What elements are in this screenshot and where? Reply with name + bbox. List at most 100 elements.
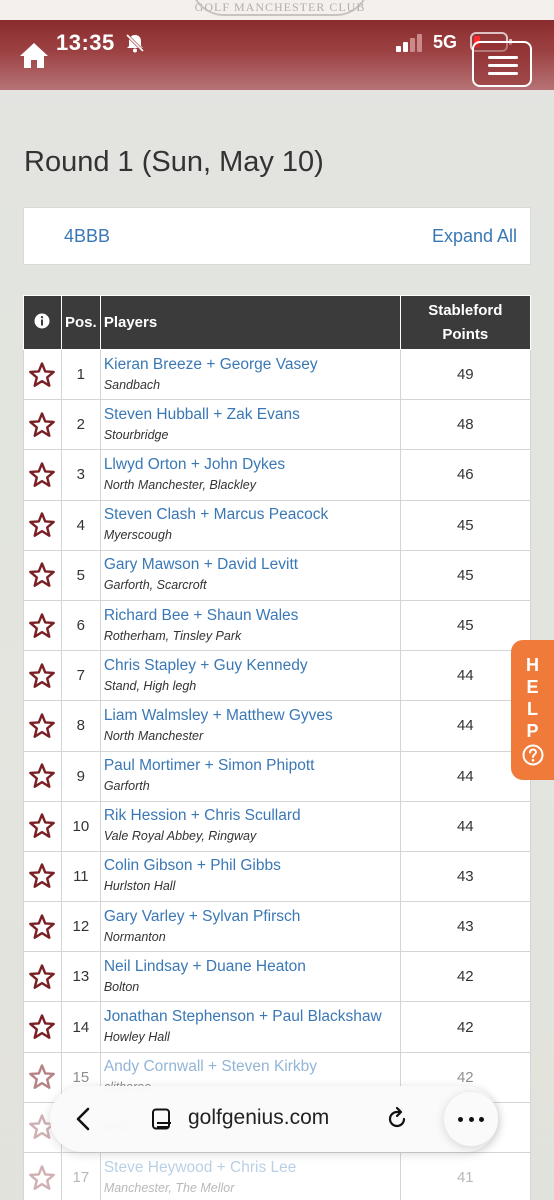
table-row[interactable]: 1 Kieran Breeze + George Vasey Sandbach 49 — [23, 348, 532, 401]
player-names-link[interactable]: Liam Walmsley + Matthew Gyves — [104, 706, 400, 726]
player-names-link[interactable]: Rik Hession + Chris Scullard — [104, 806, 400, 826]
table-row[interactable]: 3 Llwyd Orton + John Dykes North Mancheste… — [23, 449, 532, 501]
favorite-cell[interactable] — [23, 1001, 62, 1053]
table-row[interactable]: 9 Paul Mortimer + Simon Phipott Garforth 44 — [23, 750, 532, 802]
favorite-cell[interactable] — [23, 700, 62, 752]
favorite-star-icon[interactable] — [28, 812, 56, 840]
silent-bell-icon — [125, 33, 145, 53]
player-names-link[interactable]: Gary Varley + Sylvan Pfirsch — [104, 907, 400, 927]
favorite-cell[interactable] — [23, 549, 62, 601]
help-question-icon — [522, 744, 543, 766]
expand-all-link[interactable]: Expand All — [432, 226, 517, 247]
players-cell: Chris Stapley + Guy Kennedy Stand, High l… — [99, 650, 401, 702]
menu-button[interactable] — [472, 41, 532, 87]
favorite-star-icon[interactable] — [28, 461, 56, 489]
position-cell: 13 — [60, 951, 101, 1003]
favorite-cell[interactable] — [23, 650, 62, 702]
players-cell: Paul Mortimer + Simon Phipott Garforth — [99, 750, 401, 802]
table-row[interactable]: 12 Gary Varley + Sylvan Pfirsch Normanton 4… — [23, 901, 532, 953]
favorite-cell[interactable] — [23, 800, 62, 852]
favorite-star-icon[interactable] — [28, 1164, 56, 1192]
players-header: Players — [99, 295, 401, 350]
url-text[interactable]: golfgenius.com — [188, 1106, 329, 1130]
favorite-star-icon[interactable] — [28, 1013, 56, 1041]
favorite-cell[interactable] — [23, 399, 62, 451]
favorite-cell[interactable] — [23, 599, 62, 652]
favorite-star-icon[interactable] — [28, 712, 56, 740]
favorite-cell[interactable] — [23, 1151, 62, 1200]
favorite-cell[interactable] — [23, 499, 62, 551]
club-names: Hurlston Hall — [103, 879, 176, 894]
player-names-link[interactable]: Steven Hubball + Zak Evans — [104, 405, 400, 425]
favorite-star-icon[interactable] — [28, 411, 56, 439]
players-cell: Llwyd Orton + John Dykes North Manchester… — [99, 449, 401, 501]
favorite-star-icon[interactable] — [28, 561, 56, 589]
points-cell: 49 — [399, 348, 532, 401]
position-cell: 6 — [60, 599, 101, 652]
points-cell: 43 — [399, 850, 532, 903]
favorite-star-icon[interactable] — [28, 963, 56, 991]
player-names-link[interactable]: Richard Bee + Shaun Wales — [104, 606, 400, 626]
players-cell: Neil Lindsay + Duane Heaton Bolton — [99, 951, 401, 1003]
more-options-button[interactable] — [444, 1092, 498, 1146]
favorite-cell[interactable] — [23, 850, 62, 903]
pos-header: Pos. — [60, 295, 101, 350]
position-cell: 1 — [60, 348, 101, 401]
table-row[interactable]: 5 Gary Mawson + David Levitt Garforth, Sca… — [23, 549, 532, 601]
player-names-link[interactable]: Gary Mawson + David Levitt — [104, 555, 400, 575]
player-names-link[interactable]: Steven Clash + Marcus Peacock — [104, 505, 400, 525]
favorite-cell[interactable] — [23, 348, 62, 401]
players-cell: Richard Bee + Shaun Wales Rotherham, Tins… — [99, 599, 401, 652]
table-row[interactable]: 11 Colin Gibson + Phil Gibbs Hurlston Hall… — [23, 850, 532, 903]
player-names-link[interactable]: Paul Mortimer + Simon Phipott — [104, 756, 400, 776]
table-row[interactable]: 4 Steven Clash + Marcus Peacock Myerscough… — [23, 499, 532, 551]
favorite-cell[interactable] — [23, 1051, 62, 1103]
favorite-cell[interactable] — [23, 750, 62, 802]
position-cell: 3 — [60, 449, 101, 501]
players-cell: Gary Varley + Sylvan Pfirsch Normanton — [99, 901, 401, 953]
position-cell: 8 — [60, 700, 101, 752]
favorite-star-icon[interactable] — [28, 862, 56, 890]
position-cell: 10 — [60, 800, 101, 852]
player-names-link[interactable]: Neil Lindsay + Duane Heaton — [104, 957, 400, 977]
favorite-cell[interactable] — [23, 449, 62, 501]
back-chevron-icon[interactable] — [70, 1105, 98, 1133]
player-names-link[interactable]: Steve Heywood + Chris Lee — [104, 1158, 400, 1178]
player-names-link[interactable]: Jonathan Stephenson + Paul Blackshaw — [104, 1007, 400, 1027]
help-tab[interactable]: H E L P — [511, 640, 554, 780]
favorite-star-icon[interactable] — [28, 762, 56, 790]
player-names-link[interactable]: Kieran Breeze + George Vasey — [104, 355, 400, 375]
info-header[interactable] — [23, 295, 62, 350]
favorite-star-icon[interactable] — [28, 612, 56, 640]
table-row[interactable]: 6 Richard Bee + Shaun Wales Rotherham, Tin… — [23, 599, 532, 652]
player-names-link[interactable]: Chris Stapley + Guy Kennedy — [104, 656, 400, 676]
page-settings-icon[interactable] — [150, 1107, 174, 1131]
club-names: Vale Royal Abbey, Ringway — [103, 829, 257, 844]
table-row[interactable]: 2 Steven Hubball + Zak Evans Stourbridge 48 — [23, 399, 532, 451]
leaderboard-table: Pos. Players Stableford Points 1 Kieran B… — [23, 295, 532, 1200]
player-names-link[interactable]: Llwyd Orton + John Dykes — [104, 455, 400, 475]
table-row[interactable]: 7 Chris Stapley + Guy Kennedy Stand, High … — [23, 650, 532, 702]
info-icon[interactable] — [34, 313, 50, 329]
tab-4bbb[interactable]: 4BBB — [64, 226, 110, 247]
player-names-link[interactable]: Andy Cornwall + Steven Kirkby — [104, 1057, 400, 1077]
club-names: Stourbridge — [103, 427, 169, 442]
favorite-star-icon[interactable] — [28, 511, 56, 539]
table-row[interactable]: 8 Liam Walmsley + Matthew Gyves North Manc… — [23, 700, 532, 752]
table-row[interactable]: 13 Neil Lindsay + Duane Heaton Bolton 42 — [23, 951, 532, 1003]
table-row[interactable]: 10 Rik Hession + Chris Scullard Vale Royal… — [23, 800, 532, 852]
help-letter: H — [526, 655, 539, 675]
reload-icon[interactable] — [383, 1105, 411, 1133]
browser-address-bar[interactable]: golfgenius.com — [50, 1086, 498, 1152]
favorite-cell[interactable] — [23, 901, 62, 953]
favorite-star-icon[interactable] — [28, 913, 56, 941]
points-cell: 48 — [399, 399, 532, 451]
favorite-star-icon[interactable] — [28, 1063, 56, 1091]
table-row[interactable]: 17 Steve Heywood + Chris Lee Manchester, T… — [23, 1151, 532, 1200]
favorite-cell[interactable] — [23, 951, 62, 1003]
player-names-link[interactable]: Colin Gibson + Phil Gibbs — [104, 856, 400, 876]
table-row[interactable]: 14 Jonathan Stephenson + Paul Blackshaw Ho… — [23, 1001, 532, 1053]
home-icon[interactable] — [18, 40, 50, 70]
favorite-star-icon[interactable] — [28, 361, 56, 389]
favorite-star-icon[interactable] — [28, 662, 56, 690]
